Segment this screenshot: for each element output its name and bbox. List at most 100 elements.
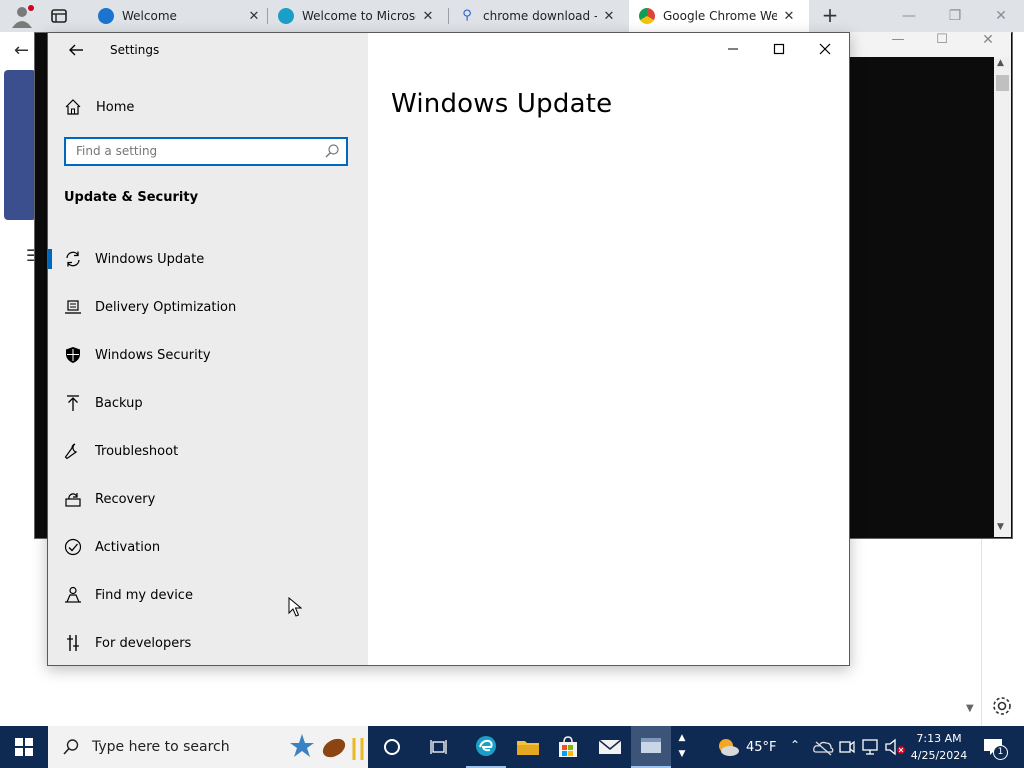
dark-minimize-button[interactable]: — [886,32,910,50]
windows-logo-icon [15,738,33,756]
taskbar-search-box[interactable]: Type here to search [48,726,368,768]
backup-arrow-icon [63,393,83,413]
dark-window-scrollbar[interactable] [994,57,1011,537]
scroll-down-icon[interactable]: ▼ [997,522,1004,532]
search-favicon-icon: ⚲ [462,8,472,23]
maximize-button[interactable] [756,33,802,65]
network-icon[interactable] [862,738,882,756]
tab-close-icon[interactable]: ✕ [597,9,621,24]
nav-item-delivery-optimization[interactable]: Delivery Optimization [48,283,368,331]
cortana-button[interactable] [372,726,412,768]
clock-date: 4/25/2024 [910,749,968,762]
dark-close-button[interactable]: ✕ [976,32,1000,50]
back-arrow-icon [69,44,83,56]
nav-item-for-developers[interactable]: For developers [48,619,368,665]
search-input[interactable] [66,139,316,163]
close-button[interactable] [802,33,848,65]
start-button[interactable] [0,726,48,768]
browser-tab[interactable]: Welcome ✕ [88,0,266,32]
chevron-up-icon[interactable]: ⌃ [790,738,800,752]
edge-icon [476,736,496,756]
store-button[interactable] [548,726,588,768]
notification-center-button[interactable]: 1 [982,736,1008,760]
dark-maximize-button[interactable]: ☐ [930,32,954,50]
window-title: Settings [110,43,160,57]
home-nav-item[interactable]: Home [64,95,134,119]
search-box[interactable] [64,137,348,166]
home-icon [65,99,81,115]
check-circle-icon [63,537,83,557]
new-tab-button[interactable]: + [818,4,842,28]
nav-item-troubleshoot[interactable]: Troubleshoot [48,427,368,475]
notification-count-badge: 1 [993,745,1008,760]
scroll-down-icon[interactable]: ▼ [966,703,974,714]
back-button[interactable] [64,39,88,61]
profile-avatar-icon [12,5,34,28]
tab-close-icon[interactable]: ✕ [416,9,440,24]
developer-icon [63,633,83,653]
minimize-icon [728,48,738,50]
mail-icon [598,739,622,754]
shield-icon [63,345,83,365]
browser-back-icon[interactable]: ← [14,40,29,61]
settings-taskbar-button[interactable] [631,726,671,768]
search-icon[interactable] [324,143,340,159]
search-icon [63,739,79,755]
settings-window: Settings Home Update & Security Windows … [47,32,850,666]
tab-actions-icon[interactable] [50,8,68,24]
search-highlight-image[interactable] [290,730,368,764]
task-view-button[interactable] [420,726,460,768]
cortana-icon [384,739,400,755]
dark-window-scroll-thumb[interactable] [996,75,1009,91]
refresh-icon [63,249,83,269]
nav-item-label: Delivery Optimization [95,299,237,315]
minimize-button[interactable] [710,33,756,65]
browser-restore-button[interactable]: ❐ [932,0,978,32]
browser-tab-active[interactable]: Google Chrome Web ✕ [629,0,809,32]
edge-favicon-icon [278,8,294,24]
taskbar-scroll-arrows[interactable]: ▲ ▼ [676,730,688,764]
clock-time: 7:13 AM [916,732,962,745]
nav-item-label: Find my device [95,587,193,603]
meet-now-icon[interactable] [838,738,856,756]
taskbar: Type here to search ▲ ▼ 45°F ⌃ 7:13 AM 4… [0,726,1024,768]
nav-item-recovery[interactable]: Recovery [48,475,368,523]
page-title: Windows Update [391,89,613,119]
tab-close-icon[interactable]: ✕ [242,9,266,24]
mouse-cursor-icon [288,597,302,617]
mail-button[interactable] [590,726,630,768]
edge-taskbar-button[interactable] [466,726,506,768]
weather-temperature: 45°F [746,739,777,755]
nav-item-activation[interactable]: Activation [48,523,368,571]
browser-close-button[interactable]: ✕ [978,0,1024,32]
gear-icon[interactable] [990,694,1014,718]
home-label: Home [96,99,135,115]
nav-item-label: Backup [95,395,143,411]
taskbar-clock[interactable]: 7:13 AM 4/25/2024 [905,730,973,764]
weather-widget[interactable]: 45°F [716,726,777,768]
volume-muted-icon[interactable] [884,738,906,756]
person-pin-icon [63,585,83,605]
page-banner [4,70,36,220]
close-icon [819,43,831,55]
window-app-icon [641,738,661,753]
scroll-up-icon[interactable]: ▲ [997,58,1004,68]
tab-close-icon[interactable]: ✕ [777,9,801,24]
onedrive-icon[interactable] [812,738,834,756]
wrench-icon [63,441,83,461]
nav-item-windows-security[interactable]: Windows Security [48,331,368,379]
browser-minimize-button[interactable]: — [886,0,932,32]
browser-tab[interactable]: ⚲ chrome download - S ✕ [449,0,629,32]
tab-label: Google Chrome Web [663,9,777,23]
taskbar-search-placeholder: Type here to search [92,739,230,755]
nav-item-find-my-device[interactable]: Find my device [48,571,368,619]
browser-tab[interactable]: Welcome to Microsof ✕ [268,0,448,32]
nav-item-label: Activation [95,539,161,555]
section-title: Update & Security [64,190,199,205]
profile-avatar[interactable] [8,4,36,28]
file-explorer-button[interactable] [508,726,548,768]
maximize-icon [773,43,785,55]
nav-item-backup[interactable]: Backup [48,379,368,427]
edge-favicon-icon [98,8,114,24]
nav-item-windows-update[interactable]: Windows Update [48,235,368,283]
